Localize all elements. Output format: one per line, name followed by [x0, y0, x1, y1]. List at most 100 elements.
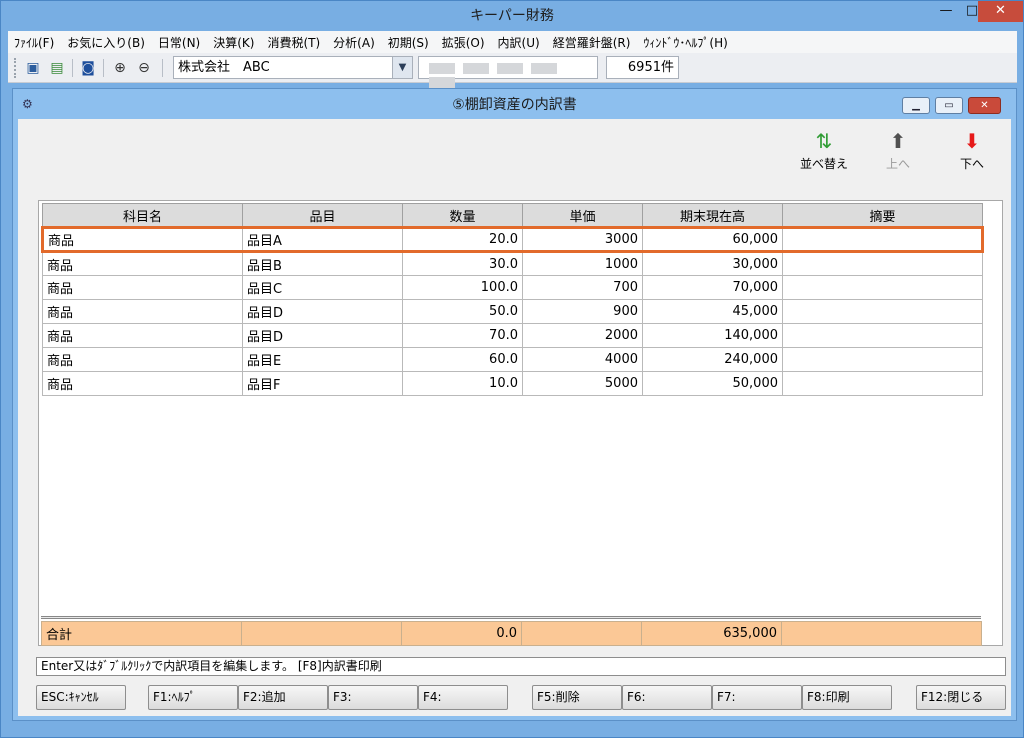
cell-ending-balance: 60,000	[642, 226, 783, 253]
table-row[interactable]: 商品 品目C 100.0 700 70,000	[42, 275, 983, 300]
company-select[interactable]: 株式会社 ABC ▼	[173, 56, 413, 79]
f1-help-button[interactable]: F1:ﾍﾙﾌﾟ	[148, 685, 238, 710]
col-header-unit-price[interactable]: 単価	[522, 203, 643, 228]
cell-account: 商品	[42, 371, 243, 396]
sort-label: 並べ替え	[800, 157, 849, 171]
cell-quantity: 50.0	[402, 299, 523, 324]
col-header-ending-balance[interactable]: 期末現在高	[642, 203, 783, 228]
total-label: 合計	[41, 621, 242, 646]
zoom-out-icon[interactable]: ⊖	[135, 59, 153, 77]
cell-account: 商品	[42, 251, 243, 276]
sort-button[interactable]: ⇅ 並べ替え	[800, 129, 848, 172]
table-row[interactable]: 商品 品目D 50.0 900 45,000	[42, 299, 983, 324]
cell-quantity: 10.0	[402, 371, 523, 396]
cell-item: 品目A	[242, 226, 403, 253]
cell-ending-balance: 140,000	[642, 323, 783, 348]
cell-summary	[782, 323, 983, 348]
menu-bar: ﾌｧｲﾙ(F) お気に入り(B) 日常(N) 決算(K) 消費税(T) 分析(A…	[8, 31, 1017, 53]
cell-account: 商品	[42, 299, 243, 324]
cell-unit-price: 700	[522, 275, 643, 300]
screen-icon[interactable]: ◙	[79, 59, 97, 77]
total-quantity: 0.0	[401, 621, 522, 646]
cell-item: 品目C	[242, 275, 403, 300]
f8-print-button[interactable]: F8:印刷	[802, 685, 892, 710]
f7-button[interactable]: F7:	[712, 685, 802, 710]
total-row-table: 合計 0.0 635,000	[41, 621, 982, 646]
window-close-button[interactable]: ✕	[968, 97, 1001, 114]
menu-compass[interactable]: 経営羅針盤(R)	[553, 34, 631, 51]
table-row[interactable]: 商品 品目D 70.0 2000 140,000	[42, 323, 983, 348]
menu-file[interactable]: ﾌｧｲﾙ(F)	[14, 34, 54, 51]
menu-extension[interactable]: 拡張(O)	[442, 34, 485, 51]
cell-quantity: 100.0	[402, 275, 523, 300]
cell-summary	[782, 371, 983, 396]
f5-delete-button[interactable]: F5:削除	[532, 685, 622, 710]
app-window: キーパー財務 — □ ✕ ﾌｧｲﾙ(F) お気に入り(B) 日常(N) 決算(K…	[0, 0, 1024, 738]
table-row[interactable]: 商品 品目A 20.0 3000 60,000	[41, 226, 984, 253]
window-minimize-button[interactable]: ▁	[902, 97, 930, 114]
move-down-button[interactable]: ⬇ 下へ	[960, 129, 984, 172]
cell-summary	[782, 347, 983, 372]
move-up-button[interactable]: ⬆ 上へ	[886, 129, 910, 172]
minimize-button[interactable]: —	[933, 1, 959, 22]
cell-unit-price: 5000	[522, 371, 643, 396]
cell-unit-price: 1000	[522, 251, 643, 276]
toolbar-separator	[72, 59, 73, 77]
esc-cancel-button[interactable]: ESC:ｷｬﾝｾﾙ	[36, 685, 126, 710]
record-count: 6951件	[606, 56, 679, 79]
f3-button[interactable]: F3:	[328, 685, 418, 710]
cell-item: 品目E	[242, 347, 403, 372]
f4-button[interactable]: F4:	[418, 685, 508, 710]
window-maximize-button[interactable]: ▭	[935, 97, 963, 114]
zoom-in-icon[interactable]: ⊕	[111, 59, 129, 77]
cell-item: 品目D	[242, 299, 403, 324]
window-content: ⇅ 並べ替え ⬆ 上へ ⬇ 下へ 科目名 品目 数量 単価 期末現在高 摘要 商…	[18, 119, 1011, 716]
move-up-label: 上へ	[886, 157, 911, 171]
cell-ending-balance: 45,000	[642, 299, 783, 324]
cell-account: 商品	[42, 347, 243, 372]
menu-window-help[interactable]: ｳｨﾝﾄﾞｳ･ﾍﾙﾌﾟ(H)	[643, 34, 727, 51]
cell-unit-price: 4000	[522, 347, 643, 372]
menu-breakdown[interactable]: 内訳(U)	[498, 34, 540, 51]
save-icon[interactable]: ▤	[48, 59, 66, 77]
col-header-summary[interactable]: 摘要	[782, 203, 983, 228]
cell-summary	[782, 299, 983, 324]
col-header-quantity[interactable]: 数量	[402, 203, 523, 228]
f6-button[interactable]: F6:	[622, 685, 712, 710]
table-row[interactable]: 商品 品目B 30.0 1000 30,000	[42, 251, 983, 276]
menu-tax[interactable]: 消費税(T)	[267, 34, 320, 51]
company-name: 株式会社 ABC	[178, 60, 270, 75]
cell-summary	[782, 226, 984, 253]
close-button[interactable]: ✕	[978, 1, 1023, 22]
total-ending-balance: 635,000	[641, 621, 782, 646]
chevron-down-icon[interactable]: ▼	[392, 57, 412, 78]
breakdown-table: 科目名 品目 数量 単価 期末現在高 摘要 商品 品目A 20.0 3000 6…	[41, 203, 984, 396]
cell-ending-balance: 30,000	[642, 251, 783, 276]
toolbar-separator	[162, 59, 163, 77]
cell-account: 商品	[42, 275, 243, 300]
menu-closing[interactable]: 決算(K)	[213, 34, 254, 51]
monitor-icon[interactable]: ▣	[24, 59, 42, 77]
breakdown-grid: 科目名 品目 数量 単価 期末現在高 摘要 商品 品目A 20.0 3000 6…	[38, 200, 1003, 646]
cell-ending-balance: 70,000	[642, 275, 783, 300]
menu-analysis[interactable]: 分析(A)	[333, 34, 375, 51]
cell-item: 品目B	[242, 251, 403, 276]
toolbar-grip[interactable]	[14, 58, 17, 78]
menu-daily[interactable]: 日常(N)	[158, 34, 200, 51]
cell-unit-price: 900	[522, 299, 643, 324]
cell-account: 商品	[41, 226, 243, 253]
table-row[interactable]: 商品 品目F 10.0 5000 50,000	[42, 371, 983, 396]
col-header-item[interactable]: 品目	[242, 203, 403, 228]
cell-unit-price: 2000	[522, 323, 643, 348]
cell-quantity: 20.0	[402, 226, 523, 253]
sort-icon: ⇅	[815, 129, 833, 153]
status-bar: Enter又はﾀﾞﾌﾞﾙｸﾘｯｸで内訳項目を編集します。 [F8]内訳書印刷	[36, 657, 1006, 676]
col-header-account[interactable]: 科目名	[42, 203, 243, 228]
table-row[interactable]: 商品 品目E 60.0 4000 240,000	[42, 347, 983, 372]
menu-initial[interactable]: 初期(S)	[388, 34, 429, 51]
f2-add-button[interactable]: F2:追加	[238, 685, 328, 710]
f12-close-button[interactable]: F12:閉じる	[916, 685, 1006, 710]
menu-favorites[interactable]: お気に入り(B)	[67, 34, 145, 51]
cell-summary	[782, 275, 983, 300]
redacted-field	[418, 56, 598, 88]
